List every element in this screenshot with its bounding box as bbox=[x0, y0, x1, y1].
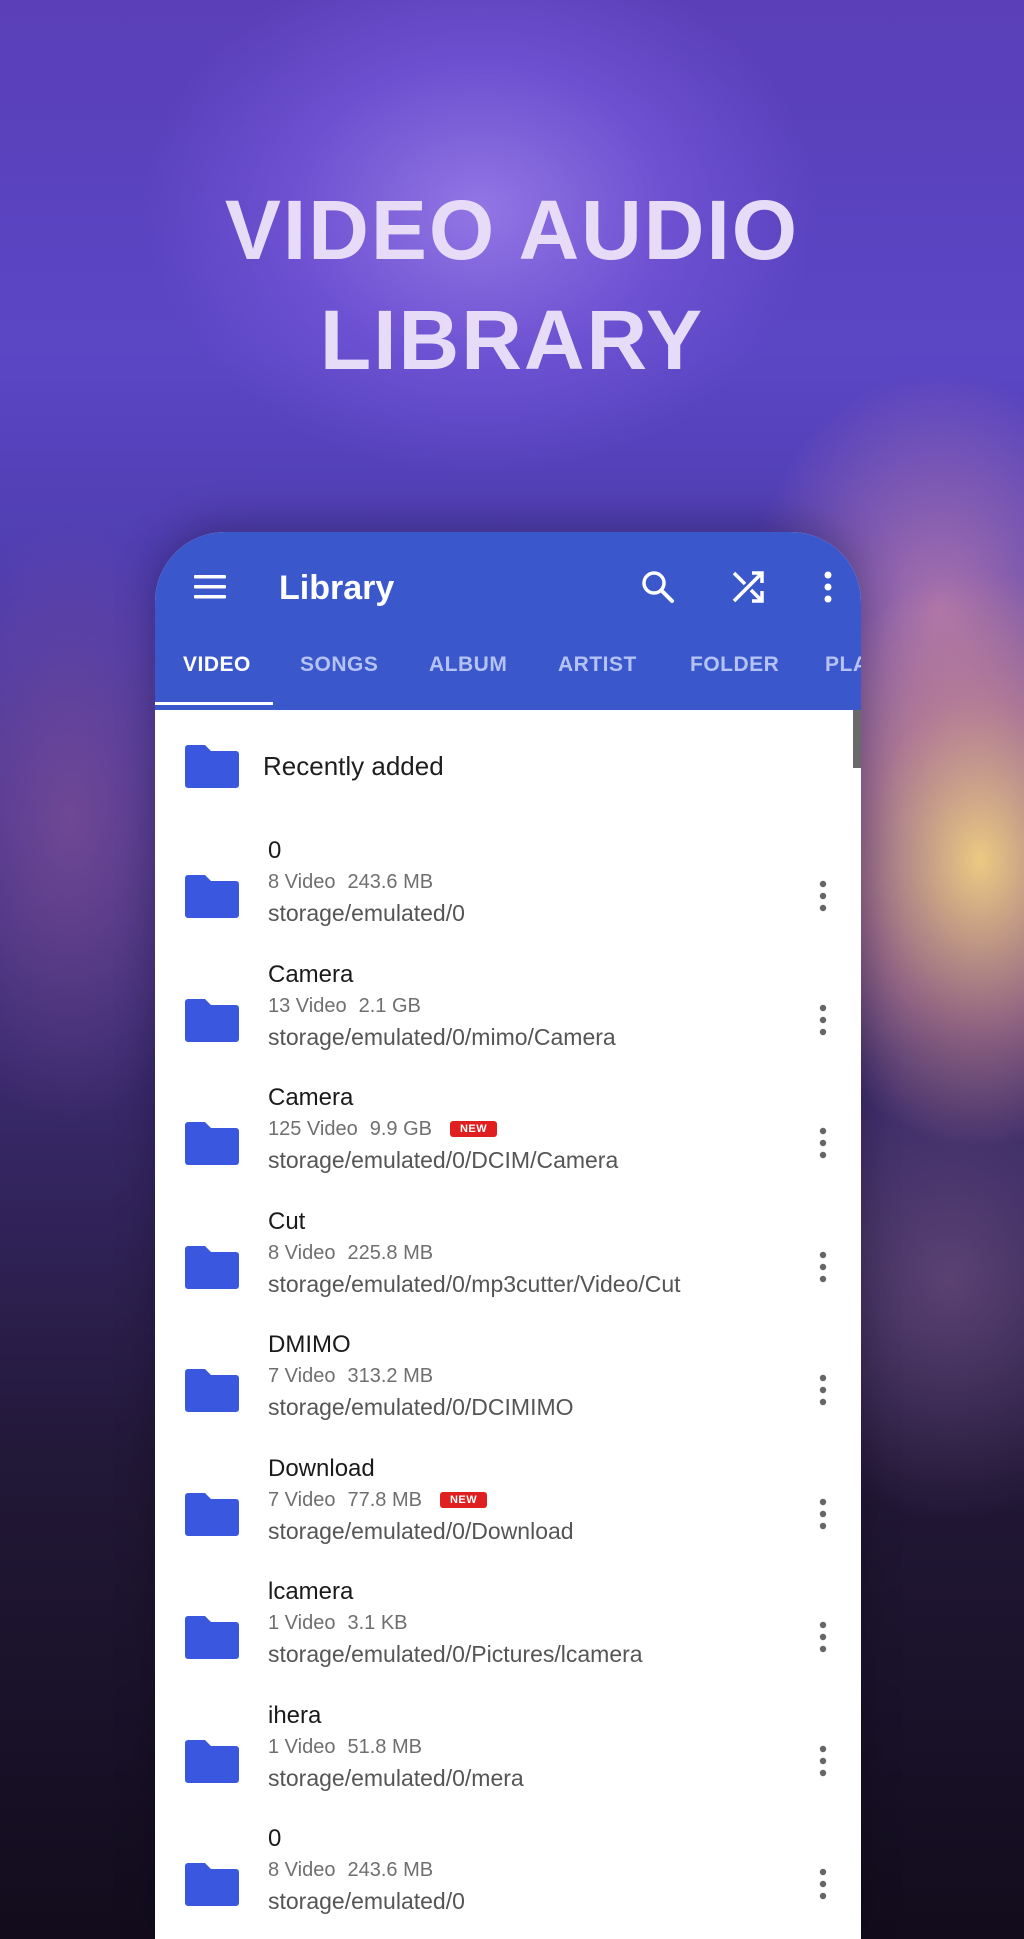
shuffle-icon bbox=[732, 571, 764, 603]
folder-row[interactable]: Download 7 Video 77.8 MB NEW storage/emula… bbox=[155, 1452, 861, 1576]
folder-name: 0 bbox=[268, 837, 282, 864]
menu-icon bbox=[194, 575, 226, 599]
folder-path: storage/emulated/0 bbox=[268, 1888, 465, 1914]
app-bar: Library VIDEO SONGS ALBUM ARTIST FOLDER … bbox=[155, 532, 861, 710]
folder-size: 243.6 MB bbox=[347, 1859, 434, 1881]
search-icon bbox=[642, 571, 674, 603]
menu-button[interactable] bbox=[185, 562, 235, 612]
folder-path: storage/emulated/0/mera bbox=[268, 1765, 524, 1791]
search-button[interactable] bbox=[631, 560, 685, 614]
folder-name: Cut bbox=[268, 1208, 306, 1235]
folder-size: 243.6 MB bbox=[347, 871, 434, 893]
video-count: 125 Video bbox=[268, 1118, 358, 1140]
folder-row[interactable]: 0 8 Video 243.6 MB storage/emulated/0 bbox=[155, 834, 861, 958]
tab-songs[interactable]: SONGS bbox=[300, 644, 378, 704]
folder-name: lcamera bbox=[268, 1578, 354, 1605]
folder-path: storage/emulated/0/Download bbox=[268, 1518, 574, 1544]
row-more-options-icon[interactable] bbox=[811, 996, 835, 1044]
headline-line-2: LIBRARY bbox=[319, 293, 705, 387]
folder-icon bbox=[185, 1616, 239, 1659]
folder-meta: 8 Video 243.6 MB bbox=[268, 868, 433, 896]
page-title: Library bbox=[279, 569, 395, 607]
video-count: 8 Video bbox=[268, 1859, 336, 1881]
more-vert-icon bbox=[824, 571, 832, 603]
folder-size: 9.9 GB bbox=[369, 1118, 432, 1140]
folder-row[interactable]: DMIMO 7 Video 313.2 MB storage/emulated/0… bbox=[155, 1328, 861, 1452]
folder-row[interactable]: 0 8 Video 243.6 MB storage/emulated/0 bbox=[155, 1822, 861, 1939]
folder-icon bbox=[185, 745, 239, 788]
folder-path: storage/emulated/0/mimo/Camera bbox=[268, 1024, 616, 1050]
folder-size: 313.2 MB bbox=[347, 1365, 434, 1387]
row-more-options-icon[interactable] bbox=[811, 1613, 835, 1661]
video-count: 1 Video bbox=[268, 1736, 336, 1758]
folder-row[interactable]: ihera 1 Video 51.8 MB storage/emulated/0/… bbox=[155, 1699, 861, 1823]
video-count: 1 Video bbox=[268, 1612, 336, 1634]
folder-row[interactable]: Camera 13 Video 2.1 GB storage/emulated/0… bbox=[155, 958, 861, 1082]
tab-video[interactable]: VIDEO bbox=[183, 644, 251, 704]
folder-path: storage/emulated/0/DCIM/Camera bbox=[268, 1147, 619, 1173]
video-count: 13 Video bbox=[268, 995, 347, 1017]
folder-icon bbox=[185, 1863, 239, 1906]
row-more-options-icon[interactable] bbox=[811, 1366, 835, 1414]
folder-row[interactable]: lcamera 1 Video 3.1 KB storage/emulated/0… bbox=[155, 1575, 861, 1699]
tab-artist[interactable]: ARTIST bbox=[558, 644, 637, 704]
folder-row[interactable]: Camera 125 Video 9.9 GB NEW storage/emulat… bbox=[155, 1081, 861, 1205]
new-badge: NEW bbox=[449, 1121, 498, 1137]
phone-screen: Library VIDEO SONGS ALBUM ARTIST FOLDER … bbox=[155, 532, 861, 1939]
tab-playlist[interactable]: PLA bbox=[825, 644, 861, 704]
folder-path: storage/emulated/0/DCIMIMO bbox=[268, 1394, 574, 1420]
folder-icon bbox=[185, 1246, 239, 1289]
folder-name: DMIMO bbox=[268, 1331, 351, 1358]
row-more-options-icon[interactable] bbox=[811, 1119, 835, 1167]
folder-meta: 1 Video 3.1 KB bbox=[268, 1609, 408, 1637]
folder-meta: 8 Video 243.6 MB bbox=[268, 1856, 433, 1884]
folder-name: 0 bbox=[268, 1825, 282, 1852]
recently-added-item[interactable]: Recently added bbox=[155, 710, 861, 826]
folder-size: 3.1 KB bbox=[347, 1612, 408, 1634]
folder-size: 51.8 MB bbox=[347, 1736, 422, 1758]
folder-icon bbox=[185, 1493, 239, 1536]
video-count: 7 Video bbox=[268, 1365, 336, 1387]
video-count: 7 Video bbox=[268, 1489, 336, 1511]
tab-folder[interactable]: FOLDER bbox=[690, 644, 779, 704]
active-tab-indicator bbox=[155, 702, 273, 705]
row-more-options-icon[interactable] bbox=[811, 1737, 835, 1785]
recently-added-label: Recently added bbox=[263, 751, 444, 781]
tab-album[interactable]: ALBUM bbox=[429, 644, 507, 704]
folder-name: Camera bbox=[268, 961, 354, 988]
folder-meta: 8 Video 225.8 MB bbox=[268, 1239, 433, 1267]
tab-bar: VIDEO SONGS ALBUM ARTIST FOLDER PLA bbox=[155, 644, 861, 710]
folder-name: ihera bbox=[268, 1702, 322, 1729]
row-more-options-icon[interactable] bbox=[811, 872, 835, 920]
video-count: 8 Video bbox=[268, 1242, 336, 1264]
row-more-options-icon[interactable] bbox=[811, 1490, 835, 1538]
folder-name: Camera bbox=[268, 1084, 354, 1111]
folder-size: 225.8 MB bbox=[347, 1242, 434, 1264]
promo-headline: VIDEO AUDIO LIBRARY bbox=[0, 175, 1024, 395]
headline-line-1: VIDEO AUDIO bbox=[224, 183, 800, 277]
folder-meta: 13 Video 2.1 GB bbox=[268, 992, 421, 1020]
folder-path: storage/emulated/0/Pictures/lcamera bbox=[268, 1641, 643, 1667]
folder-path: storage/emulated/0 bbox=[268, 900, 465, 926]
folder-icon bbox=[185, 1740, 239, 1783]
folder-meta: 1 Video 51.8 MB bbox=[268, 1733, 422, 1761]
folder-icon bbox=[185, 1122, 239, 1165]
row-more-options-icon[interactable] bbox=[811, 1243, 835, 1291]
folder-icon bbox=[185, 875, 239, 918]
shuffle-button[interactable] bbox=[721, 560, 775, 614]
folder-icon bbox=[185, 999, 239, 1042]
folder-name: Download bbox=[268, 1455, 375, 1482]
folder-icon bbox=[185, 1369, 239, 1412]
folder-meta: 125 Video 9.9 GB NEW bbox=[268, 1115, 498, 1143]
folder-path: storage/emulated/0/mp3cutter/Video/Cut bbox=[268, 1271, 681, 1297]
folder-row[interactable]: Cut 8 Video 225.8 MB storage/emulated/0/m… bbox=[155, 1205, 861, 1329]
more-options-button[interactable] bbox=[801, 560, 855, 614]
folder-meta: 7 Video 313.2 MB bbox=[268, 1362, 433, 1390]
folder-meta: 7 Video 77.8 MB NEW bbox=[268, 1486, 488, 1514]
video-count: 8 Video bbox=[268, 871, 336, 893]
row-more-options-icon[interactable] bbox=[811, 1860, 835, 1908]
folder-size: 2.1 GB bbox=[358, 995, 421, 1017]
new-badge: NEW bbox=[439, 1492, 488, 1508]
folder-size: 77.8 MB bbox=[347, 1489, 422, 1511]
